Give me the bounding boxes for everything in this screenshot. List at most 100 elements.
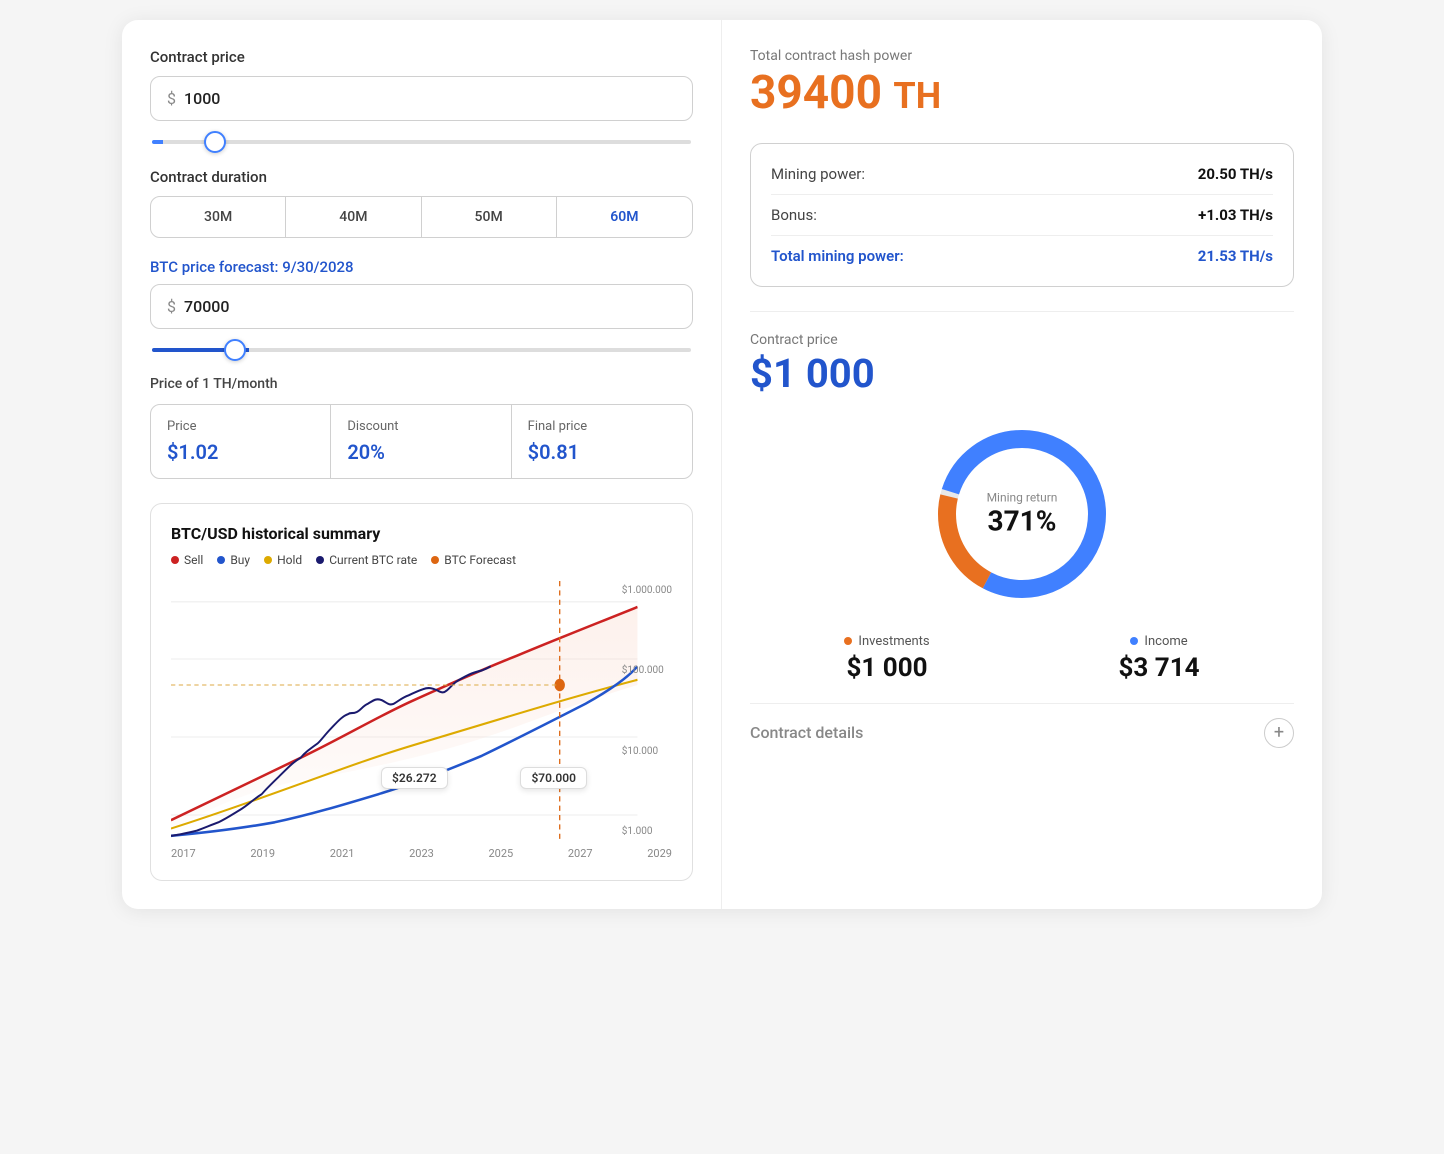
total-mining-row: Total mining power: 21.53 TH/s	[771, 242, 1273, 270]
current-btc-label: Current BTC rate	[329, 553, 417, 567]
price-th-label: Price of 1 TH/month	[150, 376, 693, 392]
income-item: Income $3 714	[1119, 634, 1200, 683]
mining-power-label: Mining power:	[771, 165, 865, 183]
price-cell-price: Price $1.02	[151, 405, 331, 478]
plus-icon: +	[1274, 722, 1284, 743]
x-label-2017: 2017	[171, 847, 196, 860]
legend-current-btc: Current BTC rate	[316, 553, 417, 567]
donut-center: Mining return 371%	[987, 490, 1058, 537]
chart-title: BTC/USD historical summary	[171, 524, 672, 543]
hash-power-label: Total contract hash power	[750, 48, 1294, 64]
donut-center-value: 371%	[987, 504, 1058, 537]
investments-label: Investments	[858, 634, 929, 649]
contract-duration-label: Contract duration	[150, 168, 693, 186]
income-label: Income	[1144, 634, 1187, 649]
btc-forecast-date: 9/30/2028	[282, 258, 353, 276]
contract-price-right-value: $1 000	[750, 350, 1294, 398]
total-mining-value: 21.53 TH/s	[1198, 247, 1273, 265]
sell-dot	[171, 556, 179, 564]
contract-details-button[interactable]: +	[1264, 718, 1294, 748]
chart-tooltip-left: $26.272	[381, 767, 448, 789]
donut-wrap: Mining return 371%	[922, 414, 1122, 614]
contract-details-label: Contract details	[750, 723, 863, 742]
donut-section: Mining return 371%	[750, 414, 1294, 614]
chart-legend: Sell Buy Hold Current BTC rate BTC Forec…	[171, 553, 672, 567]
contract-price-slider-wrap[interactable]	[150, 129, 693, 148]
hold-dot	[264, 556, 272, 564]
final-price-label: Final price	[528, 419, 676, 434]
investments-dot	[844, 637, 852, 645]
btc-forecast-legend-label: BTC Forecast	[444, 553, 516, 567]
x-axis-labels: 2017 2019 2021 2023 2025 2027 2029	[171, 847, 672, 860]
hash-power-value: 39400 TH	[750, 68, 1294, 119]
contract-price-right-section: Contract price $1 000	[750, 332, 1294, 398]
investments-item: Investments $1 000	[844, 634, 929, 683]
btc-forecast-label: BTC price forecast: 9/30/2028	[150, 258, 693, 276]
left-panel: Contract price $ 1000 Contract duration …	[122, 20, 722, 909]
tab-30m[interactable]: 30M	[151, 197, 286, 237]
mining-power-card: Mining power: 20.50 TH/s Bonus: +1.03 TH…	[750, 143, 1294, 287]
current-btc-dot	[316, 556, 324, 564]
tab-40m[interactable]: 40M	[286, 197, 421, 237]
mining-power-row: Mining power: 20.50 TH/s	[771, 160, 1273, 188]
legend-hold: Hold	[264, 553, 302, 567]
legend-buy: Buy	[217, 553, 250, 567]
chart-svg	[171, 581, 672, 841]
total-mining-label: Total mining power:	[771, 247, 904, 265]
tab-50m[interactable]: 50M	[422, 197, 557, 237]
x-label-2019: 2019	[250, 847, 275, 860]
right-panel: Total contract hash power 39400 TH Minin…	[722, 20, 1322, 909]
x-label-2025: 2025	[489, 847, 514, 860]
contract-price-section-label: Contract price	[150, 48, 693, 66]
hold-label: Hold	[277, 553, 302, 567]
duration-tabs: 30M 40M 50M 60M	[150, 196, 693, 238]
chart-container: BTC/USD historical summary Sell Buy Hold…	[150, 503, 693, 881]
x-label-2023: 2023	[409, 847, 434, 860]
x-label-2027: 2027	[568, 847, 593, 860]
contract-price-currency: $	[167, 89, 176, 108]
price-value: $1.02	[167, 440, 314, 464]
income-legend: Income	[1119, 634, 1200, 649]
legend-btc-forecast: BTC Forecast	[431, 553, 516, 567]
price-grid: Price $1.02 Discount 20% Final price $0.…	[150, 404, 693, 479]
contract-details-row[interactable]: Contract details +	[750, 703, 1294, 748]
income-dot	[1130, 637, 1138, 645]
chart-area: $1.000.000 $100.000 $10.000 $1.000 $26.2…	[171, 581, 672, 841]
btc-price-currency: $	[167, 297, 176, 316]
bonus-label: Bonus:	[771, 206, 817, 224]
hash-power-unit: TH	[893, 75, 941, 117]
discount-value: 20%	[347, 440, 494, 464]
contract-price-right-label: Contract price	[750, 332, 1294, 348]
final-price-value: $0.81	[528, 440, 676, 464]
buy-label: Buy	[230, 553, 250, 567]
btc-price-input-box[interactable]: $ 70000	[150, 284, 693, 329]
bonus-value: +1.03 TH/s	[1198, 206, 1273, 224]
x-label-2029: 2029	[647, 847, 672, 860]
chart-tooltip-right: $70.000	[520, 767, 587, 789]
sell-label: Sell	[184, 553, 203, 567]
investments-legend: Investments	[844, 634, 929, 649]
price-cell-discount: Discount 20%	[331, 405, 511, 478]
invest-income-row: Investments $1 000 Income $3 714	[750, 634, 1294, 683]
tab-60m[interactable]: 60M	[557, 197, 692, 237]
btc-forecast-dot	[431, 556, 439, 564]
mining-power-value: 20.50 TH/s	[1198, 165, 1273, 183]
investments-value: $1 000	[844, 653, 929, 683]
btc-price-value: 70000	[184, 297, 229, 316]
hash-power-section: Total contract hash power 39400 TH	[750, 48, 1294, 119]
price-cell-final: Final price $0.81	[512, 405, 692, 478]
contract-price-input-box[interactable]: $ 1000	[150, 76, 693, 121]
donut-center-label: Mining return	[987, 490, 1058, 504]
btc-price-slider-wrap[interactable]	[150, 337, 693, 356]
btc-price-slider[interactable]	[152, 348, 691, 352]
bonus-row: Bonus: +1.03 TH/s	[771, 201, 1273, 229]
hash-power-number: 39400	[750, 66, 882, 120]
x-label-2021: 2021	[330, 847, 355, 860]
buy-dot	[217, 556, 225, 564]
price-label: Price	[167, 419, 314, 434]
contract-price-slider[interactable]	[152, 140, 691, 144]
discount-label: Discount	[347, 419, 494, 434]
legend-sell: Sell	[171, 553, 203, 567]
contract-price-value: 1000	[184, 89, 220, 108]
income-value: $3 714	[1119, 653, 1200, 683]
